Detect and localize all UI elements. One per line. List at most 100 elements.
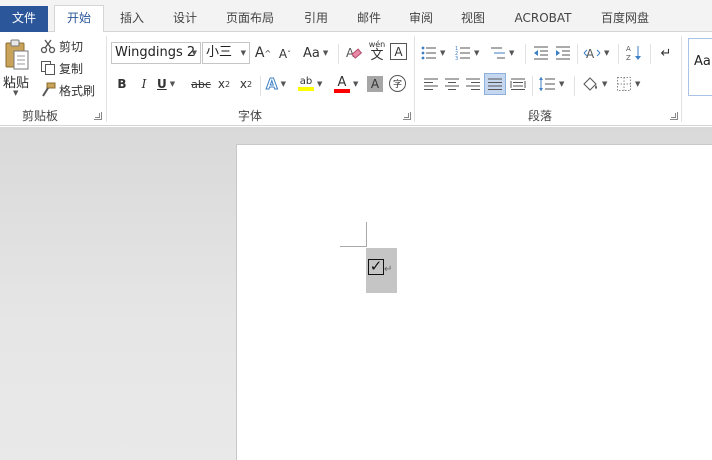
- eraser-icon: A: [346, 46, 363, 60]
- change-case-icon: Aa: [303, 45, 320, 61]
- italic-button[interactable]: I: [134, 74, 154, 94]
- align-center-icon: [445, 78, 459, 90]
- tab-references[interactable]: 引用: [294, 6, 338, 32]
- show-hide-marks-button[interactable]: ↵: [656, 43, 676, 63]
- paragraph-group-label: 段落: [527, 109, 552, 123]
- char-border-icon: A: [394, 44, 403, 59]
- paragraph-mark: ↵: [384, 264, 393, 275]
- paragraph-dialog-launcher-icon[interactable]: [670, 112, 678, 120]
- style-preview-text: AaB: [694, 54, 712, 69]
- clipboard-dialog-launcher-icon[interactable]: [94, 112, 102, 120]
- underline-button[interactable]: U ▼: [157, 74, 175, 94]
- font-name-combobox[interactable]: Wingdings 2 ▼: [111, 42, 201, 64]
- copy-icon: [41, 61, 55, 75]
- subscript-mark: 2: [225, 79, 231, 89]
- chevron-down-icon: ▼: [604, 49, 610, 57]
- text-direction-button[interactable]: A ▼: [583, 43, 609, 63]
- grow-font-button[interactable]: A ^: [253, 43, 273, 63]
- tab-file[interactable]: 文件: [0, 6, 48, 32]
- align-right-button[interactable]: [463, 74, 483, 94]
- paste-icon[interactable]: [3, 38, 31, 72]
- group-separator: [532, 76, 533, 96]
- indent-icon: [556, 46, 570, 60]
- chevron-down-icon: ▼: [509, 49, 515, 57]
- group-separator: [414, 36, 415, 122]
- align-right-icon: [466, 78, 480, 90]
- enclose-characters-button[interactable]: 字: [389, 75, 406, 92]
- distributed-button[interactable]: [508, 74, 528, 94]
- tab-mailings[interactable]: 邮件: [347, 6, 391, 32]
- font-size-combobox[interactable]: 小三 ▼: [202, 42, 250, 64]
- highlight-button[interactable]: ab ▼: [298, 74, 322, 94]
- text-direction-icon: A: [583, 47, 601, 61]
- tab-insert[interactable]: 插入: [110, 6, 154, 32]
- shading-button[interactable]: ▼: [581, 74, 607, 94]
- paste-dropdown-icon[interactable]: ▼: [13, 89, 18, 97]
- line-spacing-button[interactable]: ▼: [538, 74, 564, 94]
- align-left-button[interactable]: [421, 74, 441, 94]
- char-shading-button[interactable]: A: [367, 76, 383, 92]
- font-dialog-launcher-icon[interactable]: [403, 112, 411, 120]
- shrink-font-button[interactable]: Aˇ: [275, 44, 295, 64]
- subscript-base: x: [217, 77, 225, 91]
- sort-az-icon: A Z: [626, 45, 641, 62]
- font-group-label: 字体: [237, 109, 262, 123]
- decrease-indent-button[interactable]: [531, 43, 551, 63]
- superscript-button[interactable]: x2: [236, 74, 256, 94]
- strikethrough-button[interactable]: abc: [190, 74, 212, 94]
- format-painter-button[interactable]: 格式刷: [40, 80, 95, 100]
- clipboard-group-label: 剪贴板: [21, 109, 58, 123]
- borders-button[interactable]: ▼: [616, 74, 640, 94]
- group-separator: [577, 44, 578, 64]
- increase-indent-button[interactable]: [553, 43, 573, 63]
- align-center-button[interactable]: [442, 74, 462, 94]
- char-shading-icon: A: [370, 77, 380, 91]
- char-border-button[interactable]: A: [390, 43, 407, 60]
- sort-button[interactable]: A Z: [624, 43, 644, 63]
- group-separator: [681, 36, 682, 122]
- font-color-button[interactable]: A ▼: [334, 74, 358, 94]
- tab-baidu-netdisk[interactable]: 百度网盘: [592, 6, 658, 32]
- font-color-bar: [334, 88, 350, 93]
- group-separator: [618, 44, 619, 64]
- paint-bucket-icon: [583, 77, 597, 91]
- clear-formatting-button[interactable]: A: [344, 43, 364, 63]
- text-effects-button[interactable]: A ▼: [266, 74, 286, 94]
- copy-button[interactable]: 复制: [40, 58, 83, 78]
- document-page[interactable]: [236, 144, 712, 460]
- chevron-down-icon: ▼: [317, 80, 323, 88]
- checked-box-symbol[interactable]: ✓: [368, 259, 384, 275]
- margin-corner-mark: [340, 246, 367, 247]
- text-effects-icon: A: [266, 75, 279, 94]
- numbering-button[interactable]: 1 2 3 ▼: [455, 43, 479, 63]
- multilevel-list-button[interactable]: ▼: [490, 43, 514, 63]
- phonetic-guide-button[interactable]: wén 文: [367, 40, 387, 62]
- font-color-icon: A: [334, 76, 350, 93]
- cut-button[interactable]: 剪切: [40, 36, 83, 56]
- group-separator: [338, 44, 339, 64]
- copy-label: 复制: [59, 61, 84, 76]
- styles-gallery-item[interactable]: AaB: [688, 38, 712, 96]
- svg-text:Z: Z: [626, 54, 631, 62]
- paragraph-mark-icon: ↵: [660, 45, 672, 61]
- chevron-down-icon: ▼: [635, 80, 641, 88]
- tab-acrobat[interactable]: ACROBAT: [508, 6, 578, 32]
- tab-home[interactable]: 开始: [54, 5, 104, 33]
- cut-label: 剪切: [59, 39, 84, 54]
- grow-font-icon: A: [254, 45, 265, 61]
- justify-button[interactable]: [484, 73, 506, 95]
- chevron-down-icon: ▼: [191, 49, 197, 57]
- tab-page-layout[interactable]: 页面布局: [220, 6, 280, 32]
- tab-design[interactable]: 设计: [163, 6, 207, 32]
- group-separator: [106, 36, 107, 122]
- enclose-icon: 字: [392, 80, 402, 90]
- highlight-color-bar: [298, 87, 314, 91]
- bold-button[interactable]: B: [112, 74, 132, 94]
- change-case-button[interactable]: Aa ▼: [303, 43, 328, 63]
- superscript-base: x: [239, 77, 247, 91]
- outdent-icon: [534, 46, 548, 60]
- tab-review[interactable]: 审阅: [399, 6, 443, 32]
- bullets-button[interactable]: ▼: [421, 43, 445, 63]
- subscript-button[interactable]: x2: [214, 74, 234, 94]
- tab-view[interactable]: 视图: [451, 6, 495, 32]
